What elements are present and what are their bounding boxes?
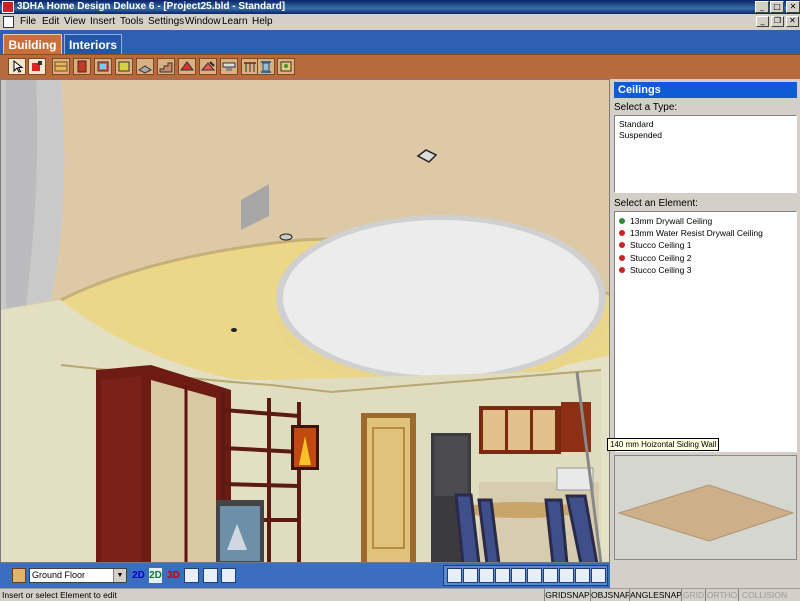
stair-tool-icon[interactable] xyxy=(157,58,175,75)
menu-bar: File Edit View Insert Tools Settings Win… xyxy=(0,14,800,30)
2d-plan-button[interactable]: 2D xyxy=(132,568,145,583)
list-item[interactable]: Stucco Ceiling 2 xyxy=(619,252,691,264)
panel-title: Ceilings xyxy=(614,82,797,98)
list-item[interactable]: Stucco Ceiling 1 xyxy=(619,239,691,251)
snapshot-icon[interactable] xyxy=(591,568,606,583)
list-item[interactable]: Stucco Ceiling 3 xyxy=(619,264,691,276)
menu-settings[interactable]: Settings xyxy=(148,14,184,30)
window-tool-icon[interactable] xyxy=(94,58,112,75)
navigation-toolbar xyxy=(443,565,608,586)
render-icon[interactable] xyxy=(221,568,236,583)
walk-icon[interactable] xyxy=(511,568,526,583)
menu-insert[interactable]: Insert xyxy=(90,14,115,30)
menu-view[interactable]: View xyxy=(64,14,86,30)
element-label: Select an Element: xyxy=(614,198,698,209)
collision-toggle[interactable]: COLLISION xyxy=(738,589,790,601)
window-title: 3DHA Home Design Deluxe 6 - [Project25.b… xyxy=(17,1,286,12)
zoom-window-icon[interactable] xyxy=(447,568,462,583)
select-tool-icon[interactable] xyxy=(8,58,26,75)
tab-building[interactable]: Building xyxy=(3,34,62,54)
camera-icon[interactable] xyxy=(527,568,542,583)
mdi-restore-button[interactable]: ❐ xyxy=(771,16,784,27)
zoom-fit-icon[interactable] xyxy=(463,568,478,583)
mdi-close-button[interactable]: ✕ xyxy=(786,16,799,27)
building-toolbar xyxy=(0,54,800,79)
status-dot-icon xyxy=(619,218,625,224)
ceiling-preview-shape xyxy=(617,484,795,542)
view-toolbar: Ground Floor ▼ 2D 2D 3D xyxy=(0,563,610,588)
floor-select[interactable]: Ground Floor ▼ xyxy=(29,568,127,583)
roof-tool-icon[interactable] xyxy=(178,58,196,75)
list-item[interactable]: 13mm Water Resist Drywall Ceiling xyxy=(619,227,763,239)
ceilings-panel: Ceilings Select a Type: Standard Suspend… xyxy=(611,79,800,562)
minimize-button[interactable]: _ xyxy=(755,1,769,13)
tooltip: 140 mm Hoizontal Siding Wall xyxy=(607,438,720,451)
mdi-minimize-button[interactable]: _ xyxy=(756,16,769,27)
menu-edit[interactable]: Edit xyxy=(42,14,59,30)
menu-tools[interactable]: Tools xyxy=(120,14,143,30)
status-dot-icon xyxy=(619,242,625,248)
status-dot-icon xyxy=(619,267,625,273)
tab-interiors[interactable]: Interiors xyxy=(64,34,122,54)
status-text: Insert or select Element to edit xyxy=(2,590,117,600)
rotate-icon[interactable] xyxy=(543,568,558,583)
zoom-in-icon[interactable] xyxy=(479,568,494,583)
opening-tool-icon[interactable] xyxy=(115,58,133,75)
ortho-toggle[interactable]: ORTHO xyxy=(705,589,738,601)
menu-learn[interactable]: Learn xyxy=(222,14,248,30)
fly-icon[interactable] xyxy=(575,568,590,583)
list-item[interactable]: 13mm Drywall Ceiling xyxy=(619,215,712,227)
status-dot-icon xyxy=(619,230,625,236)
menu-help[interactable]: Help xyxy=(252,14,273,30)
3d-view-button[interactable]: 3D xyxy=(167,568,180,583)
status-bar: Insert or select Element to edit GRIDSNA… xyxy=(0,588,800,601)
element-list[interactable]: 13mm Drywall Ceiling 13mm Water Resist D… xyxy=(614,211,797,452)
status-dot-icon xyxy=(619,255,625,261)
wall-tool-icon[interactable] xyxy=(52,58,70,75)
grid-toggle[interactable]: GRID xyxy=(681,589,705,601)
floor-icon[interactable] xyxy=(12,568,26,583)
maximize-button[interactable]: □ xyxy=(770,1,784,13)
menu-window[interactable]: Window xyxy=(185,14,221,30)
close-button[interactable]: ✕ xyxy=(786,1,800,13)
title-bar: 3DHA Home Design Deluxe 6 - [Project25.b… xyxy=(0,0,800,14)
pan-icon[interactable] xyxy=(495,568,510,583)
2d-elevation-button[interactable]: 2D xyxy=(149,568,162,583)
objsnap-toggle[interactable]: OBJSNAP xyxy=(590,589,631,601)
element-preview xyxy=(614,455,797,560)
chevron-down-icon[interactable]: ▼ xyxy=(113,569,126,582)
menu-file[interactable]: File xyxy=(20,14,36,30)
column-tool-icon[interactable] xyxy=(257,58,275,75)
gridsnap-toggle[interactable]: GRIDSNAP xyxy=(544,589,590,601)
eye-icon[interactable] xyxy=(184,568,199,583)
app-icon[interactable] xyxy=(2,1,14,13)
door-tool-icon[interactable] xyxy=(73,58,91,75)
3d-view[interactable] xyxy=(0,79,610,563)
3d-scene-render xyxy=(1,80,609,562)
document-icon[interactable] xyxy=(3,16,14,28)
orbit-icon[interactable] xyxy=(559,568,574,583)
roof-edit-tool-icon[interactable] xyxy=(199,58,217,75)
camera-view-icon[interactable] xyxy=(203,568,218,583)
paint-tool-icon[interactable] xyxy=(28,58,46,75)
ceiling-tool-icon[interactable] xyxy=(220,58,238,75)
floor-tool-icon[interactable] xyxy=(136,58,154,75)
landscape-tool-icon[interactable] xyxy=(277,58,295,75)
type-item-suspended[interactable]: Suspended xyxy=(619,129,662,141)
type-label: Select a Type: xyxy=(614,102,678,113)
anglesnap-toggle[interactable]: ANGLESNAP xyxy=(629,589,682,601)
mode-tab-bar: Building Interiors xyxy=(0,30,800,54)
type-list[interactable]: Standard Suspended xyxy=(614,115,797,193)
